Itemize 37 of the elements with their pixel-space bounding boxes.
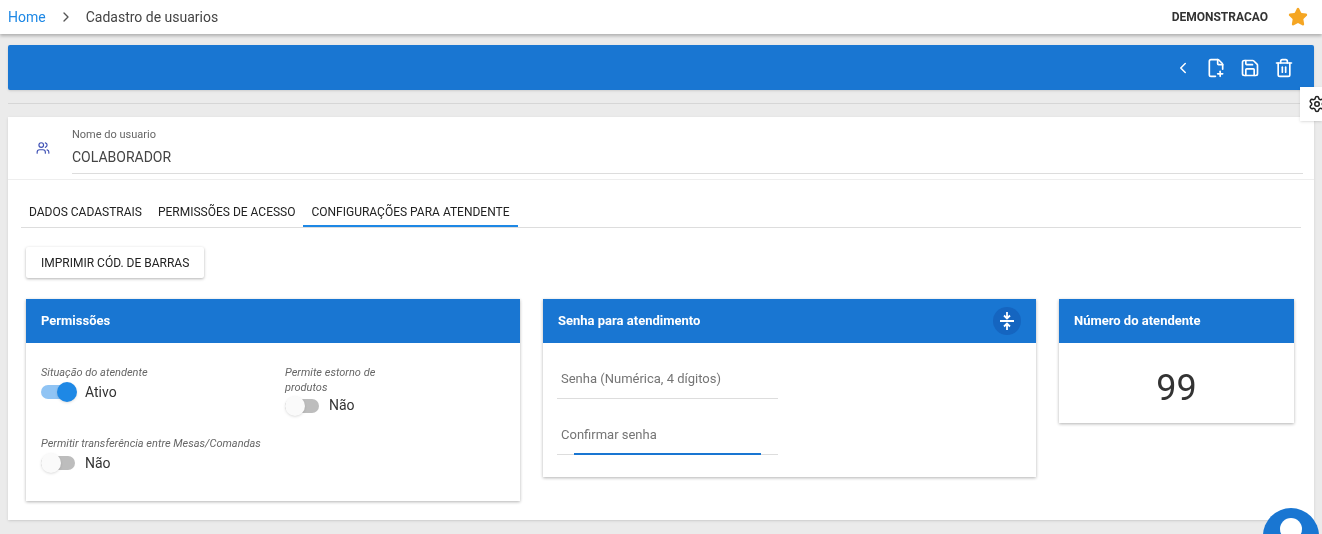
- toggle-switch[interactable]: [41, 382, 77, 402]
- star-icon[interactable]: [1288, 7, 1308, 27]
- breadcrumb-link[interactable]: Home: [8, 6, 46, 28]
- save-icon[interactable]: [1240, 57, 1260, 78]
- breadcrumb-current: Cadastro de usuarios: [85, 7, 219, 27]
- password-field[interactable]: Senha (Numérica, 4 dígitos): [557, 343, 778, 399]
- delete-icon[interactable]: [1274, 57, 1294, 78]
- toggle-state-text: Não: [85, 453, 111, 473]
- toggle-switch[interactable]: [41, 453, 77, 473]
- password-input[interactable]: Senha (Numérica, 4 dígitos): [557, 368, 778, 388]
- new-file-icon[interactable]: [1206, 57, 1226, 78]
- attendant-number: 99: [1156, 366, 1197, 411]
- toggle-label: Permite estorno de produtos: [285, 365, 377, 395]
- collapse-button[interactable]: [993, 307, 1021, 335]
- card-title: Permissões: [41, 312, 111, 331]
- chat-icon: [1280, 518, 1302, 534]
- user-name-field[interactable]: Nome do usuario COLABORADOR: [72, 122, 1303, 174]
- field-value: COLABORADOR: [72, 148, 173, 168]
- toggle-label: Situação do atendente: [41, 365, 149, 381]
- tab[interactable]: DADOS CADASTRAIS: [21, 198, 150, 227]
- card-title: Senha para atendimento: [558, 312, 701, 331]
- password-input[interactable]: Confirmar senha: [557, 424, 778, 444]
- field-label: Nome do usuario: [72, 126, 157, 143]
- tab[interactable]: PERMISSÕES DE ACESSO: [149, 198, 304, 227]
- password-field[interactable]: Confirmar senha: [557, 399, 778, 455]
- collapse-icon: [1000, 312, 1014, 330]
- toggle-state-text: Ativo: [85, 382, 117, 402]
- toggle-state-text: Não: [329, 396, 355, 415]
- company-name: DEMONSTRACAO: [1171, 9, 1268, 26]
- toggle-switch[interactable]: [285, 395, 321, 416]
- tab[interactable]: CONFIGURAÇÕES PARA ATENDENTE: [303, 198, 518, 227]
- settings-icon[interactable]: [1308, 95, 1322, 113]
- users-icon: [36, 141, 50, 155]
- settings-tab[interactable]: [1300, 87, 1322, 121]
- print-barcode-button[interactable]: IMPRIMIR CÓD. DE BARRAS: [26, 247, 205, 278]
- toggle-label: Permitir transferência entre Mesas/Comandas: [41, 436, 262, 452]
- card-title: Número do atendente: [1074, 312, 1201, 331]
